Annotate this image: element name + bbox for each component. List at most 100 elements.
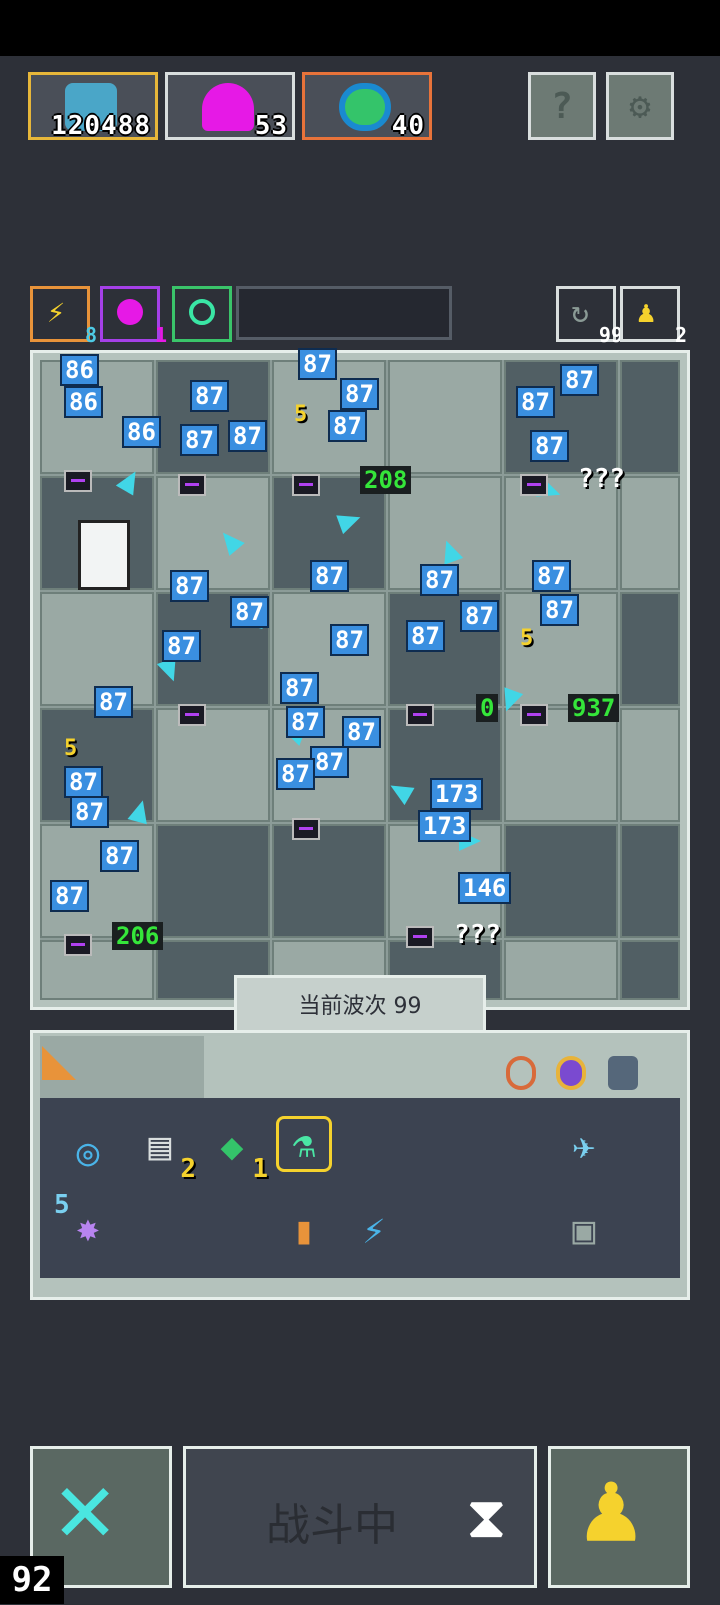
bolt-icon[interactable]: ⚡	[346, 1202, 402, 1258]
grid-cell[interactable]	[156, 360, 270, 474]
level-mark: 5	[520, 626, 534, 651]
amulet-icon[interactable]	[506, 1056, 536, 1090]
crossed-swords-icon: ✕	[55, 1448, 116, 1565]
grid-cell[interactable]	[620, 824, 680, 938]
skull-gem-icon	[202, 83, 254, 131]
inventory-tab[interactable]	[40, 1036, 204, 1098]
lightning-icon: ⚡	[47, 295, 66, 330]
help-icon: ?	[551, 85, 573, 127]
damage-number: 87	[230, 596, 269, 628]
ring-orb-icon	[339, 83, 391, 131]
inventory-grid: ◎ ▤ 2 ◆ 1 ⚗ ✈ ✸ 5 ▮ ⚡ ▣	[40, 1098, 680, 1278]
remove-button[interactable]	[520, 474, 548, 496]
pawn-slot[interactable]: ♟ 2	[620, 286, 687, 347]
purple-slot[interactable]: 1	[100, 286, 167, 347]
settings-button[interactable]: ⚙	[606, 72, 674, 140]
remove-button[interactable]	[292, 818, 320, 840]
scroll-icon[interactable]: ▤ 2	[132, 1118, 196, 1184]
damage-number: 87	[460, 600, 499, 632]
help-button[interactable]: ?	[528, 72, 596, 140]
remove-button[interactable]	[64, 470, 92, 492]
grid-cell[interactable]	[156, 708, 270, 822]
board-grid: 86 86 86 87 87 87 87 87 87 87 87 87 87 8…	[40, 348, 680, 1000]
goggles-icon[interactable]: ◎	[60, 1124, 116, 1180]
damage-number: 86	[64, 386, 103, 418]
pawn-icon: ♟	[637, 295, 656, 330]
fish-icon[interactable]: ✈	[556, 1118, 612, 1174]
grid-cell[interactable]	[156, 824, 270, 938]
damage-number: 87	[50, 880, 89, 912]
damage-number: 87	[342, 716, 381, 748]
grid-cell[interactable]	[620, 708, 680, 822]
fps-counter: 92	[0, 1556, 64, 1604]
unit-count: 208	[360, 466, 412, 494]
remove-button[interactable]	[178, 704, 206, 726]
purple-count: 1	[154, 323, 167, 347]
damage-number: 87	[170, 570, 209, 602]
damage-number: 87	[310, 560, 349, 592]
unit-count: 206	[112, 922, 164, 950]
damage-number: 87	[228, 420, 267, 452]
grid-cell[interactable]	[272, 824, 386, 938]
damage-number: 87	[310, 746, 349, 778]
remove-button[interactable]	[178, 474, 206, 496]
remove-button[interactable]	[406, 704, 434, 726]
grid-cell[interactable]	[504, 824, 618, 938]
potion-icon[interactable]: ⚗	[276, 1116, 332, 1172]
armor-icon[interactable]	[608, 1056, 638, 1090]
damage-number: 87	[530, 430, 569, 462]
tome-icon[interactable]: ▣	[556, 1202, 612, 1258]
hero-character[interactable]	[78, 520, 130, 590]
unknown-label: ???	[454, 920, 501, 950]
target-icon	[189, 299, 215, 325]
grid-cell[interactable]	[388, 360, 502, 474]
remove-button[interactable]	[64, 934, 92, 956]
grid-cell[interactable]	[620, 476, 680, 590]
damage-number: 87	[328, 410, 367, 442]
level-mark: 5	[64, 736, 78, 761]
coins-resource[interactable]: 120488	[28, 72, 158, 141]
buff-bar	[236, 286, 452, 340]
grid-cell[interactable]	[620, 592, 680, 706]
grid-cell[interactable]	[620, 940, 680, 1000]
emerald-icon[interactable]: ◆ 1	[204, 1118, 268, 1184]
energy-count: 8	[84, 323, 97, 347]
grid-cell[interactable]	[620, 360, 680, 474]
damage-number: 173	[430, 778, 484, 810]
target-slot[interactable]	[172, 286, 232, 342]
purple-skull-icon	[117, 299, 143, 325]
damage-number: 87	[100, 840, 139, 872]
damage-number: 87	[330, 624, 369, 656]
gems-resource[interactable]: 53	[165, 72, 295, 141]
damage-number: 87	[406, 620, 445, 652]
unit-count: 0	[476, 694, 499, 722]
sparkle-icon[interactable]: ✸ 5	[54, 1190, 116, 1256]
remove-button[interactable]	[292, 474, 320, 496]
orbs-resource[interactable]: 40	[302, 72, 432, 141]
remove-button[interactable]	[406, 926, 434, 948]
refresh-icon: ↻	[571, 295, 590, 330]
energy-slot[interactable]: ⚡ 8	[30, 286, 97, 347]
damage-number: 87	[298, 348, 337, 380]
grid-cell[interactable]	[504, 940, 618, 1000]
level-mark: 5	[294, 402, 308, 427]
orbs-value: 40	[391, 111, 425, 141]
fps-value: 92	[11, 1560, 53, 1600]
damage-number: 87	[94, 686, 133, 718]
damage-number: 87	[286, 706, 325, 738]
hourglass-icon: ⧗	[466, 1483, 507, 1551]
pawn-icon: ♟	[581, 1448, 642, 1565]
bullet-icon[interactable]: ▮	[276, 1202, 332, 1258]
damage-number: 87	[180, 424, 219, 456]
remove-button[interactable]	[520, 704, 548, 726]
unknown-label: ???	[578, 464, 625, 494]
refresh-slot[interactable]: ↻ 99	[556, 286, 623, 347]
battle-status-button[interactable]: 战斗中 ⧗	[183, 1446, 537, 1588]
ring-icon[interactable]	[556, 1056, 586, 1090]
battle-status-label: 战斗中	[266, 1500, 398, 1551]
pawn-button[interactable]: ♟	[548, 1446, 690, 1588]
damage-number: 87	[532, 560, 571, 592]
damage-number: 86	[60, 354, 99, 386]
coins-value: 120488	[51, 111, 151, 141]
wave-label: 当前波次 99	[298, 994, 422, 1019]
